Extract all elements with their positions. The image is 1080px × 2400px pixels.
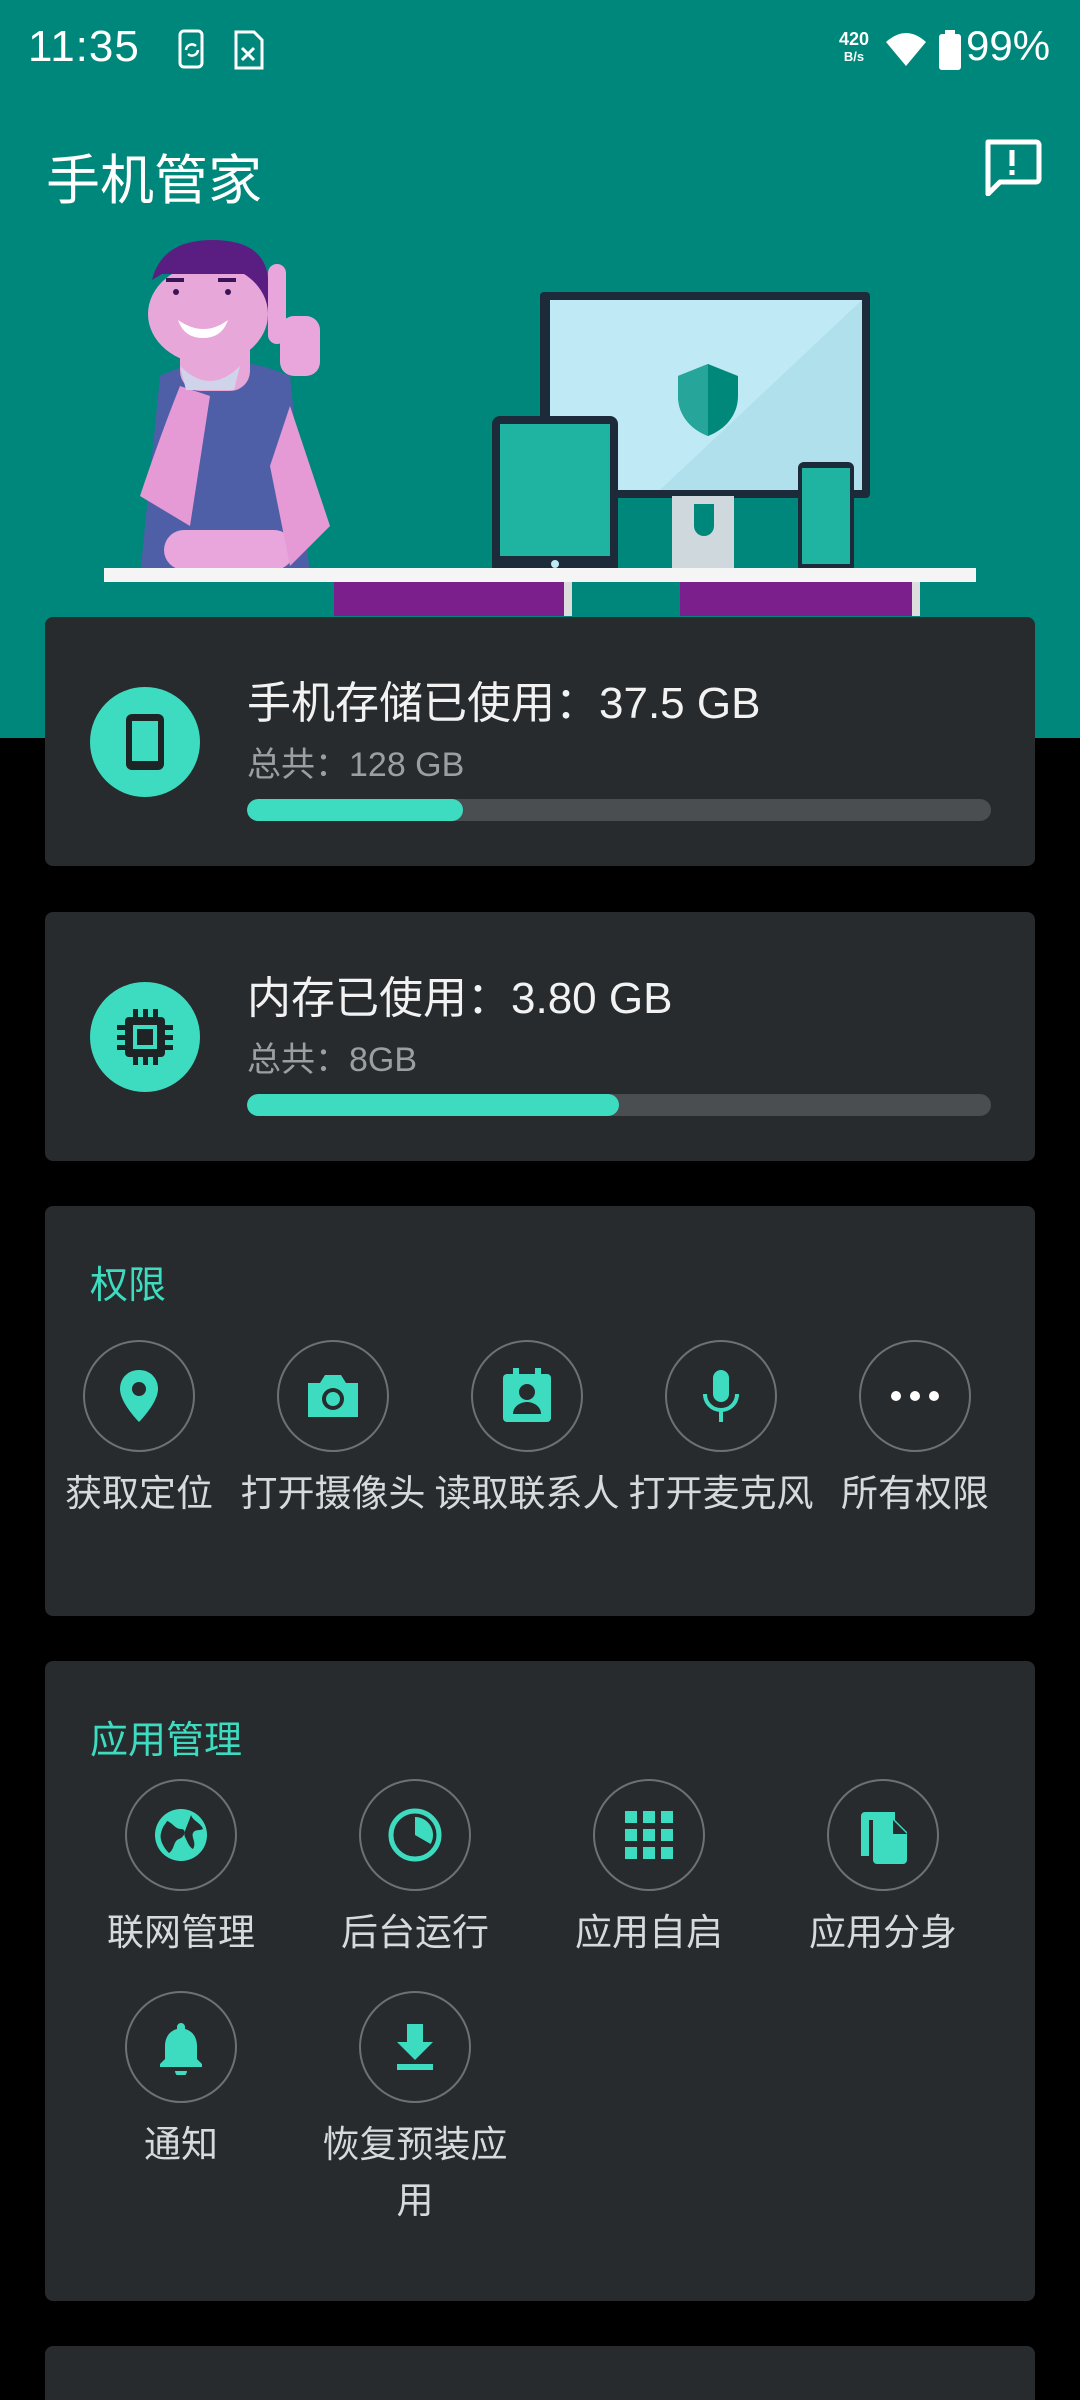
- app-clone-circle: [827, 1779, 939, 1891]
- file-blocked-icon: [234, 30, 264, 70]
- globe-icon: [155, 1809, 207, 1861]
- page-title: 手机管家: [46, 151, 262, 211]
- camera-circle: [277, 1340, 389, 1452]
- header-illustration: [104, 240, 976, 616]
- memory-total-label: 总共：8GB: [247, 1041, 418, 1079]
- battery-percent: 99%: [966, 22, 1051, 69]
- app-mgmt-network-management[interactable]: 联网管理: [86, 1779, 276, 1961]
- background-running-circle: [359, 1779, 471, 1891]
- pie-chart-icon: [388, 1808, 442, 1862]
- permission-all[interactable]: 所有权限: [820, 1340, 1010, 1522]
- memory-badge: [90, 982, 200, 1092]
- app-mgmt-restore-preinstalled-apps[interactable]: 恢复预装应用: [320, 1991, 510, 2229]
- location-circle: [83, 1340, 195, 1452]
- more-icon: [891, 1391, 939, 1401]
- app-mgmt-network-management-label: 联网管理: [107, 1912, 255, 1953]
- download-icon: [397, 2024, 433, 2070]
- battery-icon: [939, 30, 961, 70]
- phone-sync-icon: [178, 29, 204, 69]
- app-mgmt-notifications-label: 通知: [144, 2124, 218, 2165]
- copy-icon: [861, 1812, 907, 1864]
- storage-used-label: 手机存储已使用：37.5 GB: [247, 679, 761, 728]
- microphone-circle: [665, 1340, 777, 1452]
- memory-progress-fill: [247, 1094, 619, 1116]
- storage-card[interactable]: 手机存储已使用：37.5 GB 总共：128 GB: [45, 617, 1035, 866]
- location-icon: [120, 1370, 158, 1422]
- contacts-circle: [471, 1340, 583, 1452]
- microphone-icon: [703, 1370, 739, 1422]
- permissions-card: 权限 获取定位 打开摄像头 读取联系人 打开麦克风 所有权限: [45, 1206, 1035, 1616]
- app-mgmt-background-running-label: 后台运行: [341, 1912, 489, 1953]
- memory-used-label: 内存已使用：3.80 GB: [247, 974, 673, 1023]
- notifications-circle: [125, 1991, 237, 2103]
- camera-icon: [308, 1375, 358, 1417]
- chip-icon: [117, 1009, 173, 1065]
- app-mgmt-app-autostart[interactable]: 应用自启: [554, 1779, 744, 1961]
- status-bar: 11:35 420 B/s 99%: [0, 0, 1080, 100]
- memory-card[interactable]: 内存已使用：3.80 GB 总共：8GB: [45, 912, 1035, 1161]
- restore-preinstalled-apps-circle: [359, 1991, 471, 2103]
- more-circle: [859, 1340, 971, 1452]
- permission-location[interactable]: 获取定位: [44, 1340, 234, 1522]
- permission-contacts-label: 读取联系人: [434, 1473, 620, 1514]
- app-mgmt-app-clone-label: 应用分身: [809, 1912, 957, 1953]
- storage-badge: [90, 687, 200, 797]
- app-autostart-circle: [593, 1779, 705, 1891]
- permission-location-label: 获取定位: [65, 1473, 213, 1514]
- next-card: [45, 2346, 1035, 2400]
- status-time: 11:35: [28, 22, 140, 71]
- network-management-circle: [125, 1779, 237, 1891]
- smartphone-icon: [126, 714, 164, 770]
- permissions-title: 权限: [90, 1265, 167, 1307]
- permission-contacts[interactable]: 读取联系人: [432, 1340, 622, 1522]
- permission-camera[interactable]: 打开摄像头: [238, 1340, 428, 1522]
- permission-microphone-label: 打开麦克风: [628, 1473, 814, 1514]
- app-management-card: 应用管理 联网管理 后台运行 应用自启 应用分身通知 恢复预装应用: [45, 1661, 1035, 2301]
- storage-total-label: 总共：128 GB: [247, 746, 465, 784]
- app-mgmt-notifications[interactable]: 通知: [86, 1991, 276, 2173]
- storage-progress-bar: [247, 799, 991, 821]
- app-mgmt-app-autostart-label: 应用自启: [575, 1912, 723, 1953]
- net-speed: 420 B/s: [836, 30, 872, 66]
- permission-microphone[interactable]: 打开麦克风: [626, 1340, 816, 1522]
- wifi-icon: [886, 33, 926, 66]
- permission-camera-label: 打开摄像头: [240, 1473, 426, 1514]
- feedback-icon[interactable]: [982, 138, 1042, 196]
- app-mgmt-background-running[interactable]: 后台运行: [320, 1779, 510, 1961]
- memory-progress-bar: [247, 1094, 991, 1116]
- storage-progress-fill: [247, 799, 463, 821]
- contacts-icon: [503, 1368, 551, 1422]
- bell-icon: [160, 2023, 202, 2075]
- permission-all-label: 所有权限: [841, 1473, 989, 1514]
- app-mgmt-restore-preinstalled-apps-label: 恢复预装应用: [322, 2124, 508, 2221]
- net-speed-unit: B/s: [843, 49, 865, 64]
- apps-grid-icon: [625, 1811, 673, 1859]
- app-mgmt-app-clone[interactable]: 应用分身: [788, 1779, 978, 1961]
- app-management-title: 应用管理: [90, 1720, 243, 1762]
- net-speed-value: 420: [838, 29, 870, 49]
